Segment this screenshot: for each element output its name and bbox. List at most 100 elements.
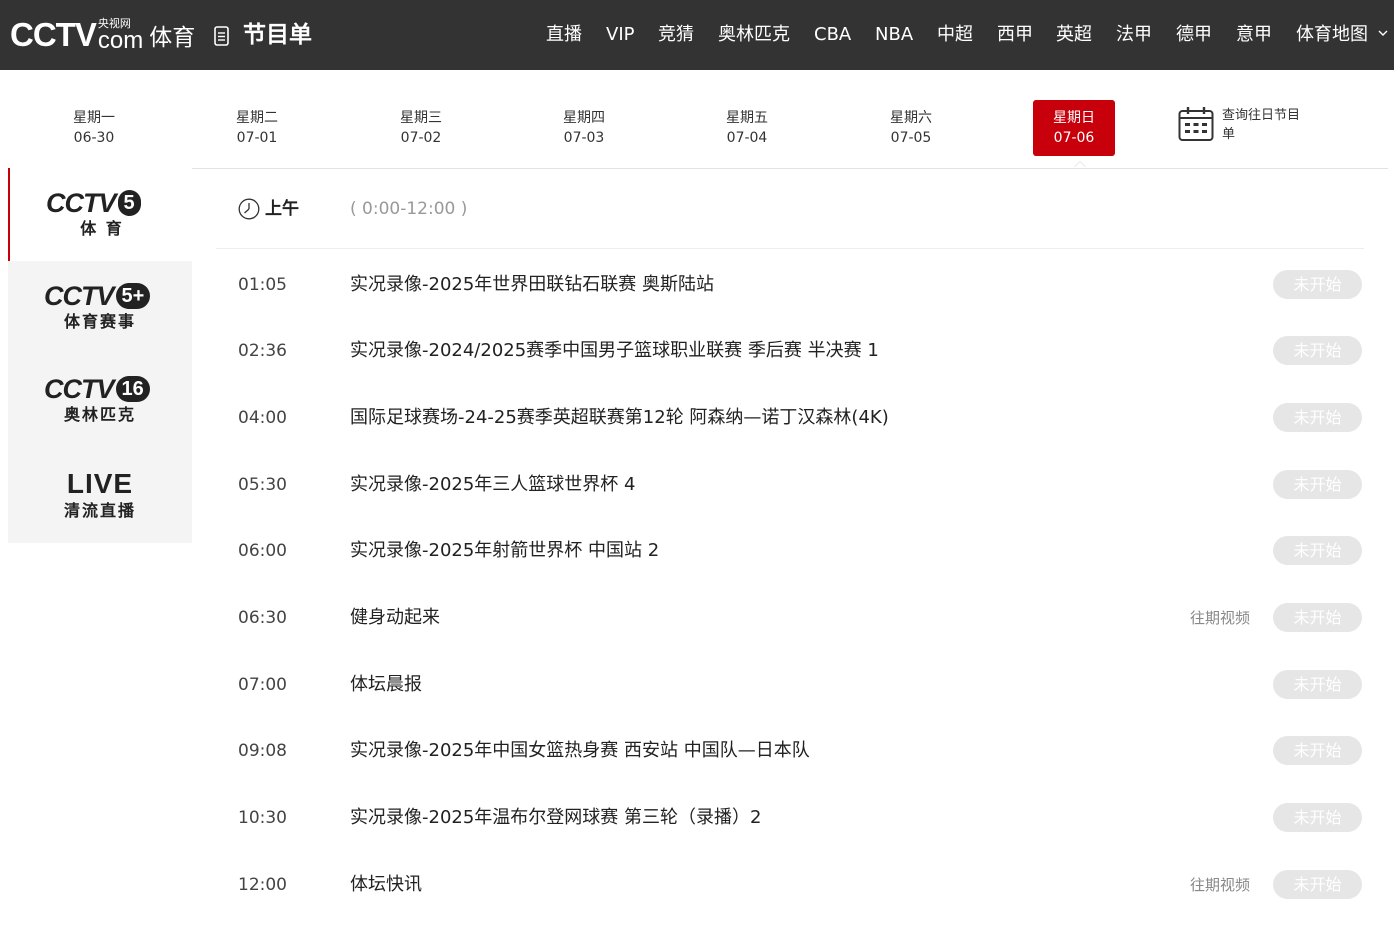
day-weekday: 星期一 [73, 110, 115, 126]
cctv5-plus-logo: CCTV 5+ 体育赛事 [44, 281, 156, 337]
status-badge: 未开始 [1273, 736, 1362, 765]
nav-item-csl[interactable]: 中超 [937, 20, 973, 50]
day-date: 07-06 [1053, 130, 1095, 146]
channel-sidebar: CCTV 5 体 育 CCTV 5+ 体育赛事 CCTV 16 奥林匹克 LIVE 清… [8, 168, 192, 543]
chevron-down-icon[interactable] [1378, 28, 1388, 38]
channel-live[interactable]: LIVE 清流直播 [8, 448, 192, 541]
status-badge: 未开始 [1273, 270, 1362, 299]
channel-subtitle: 体 育 [80, 219, 124, 238]
day-date: 06-30 [73, 130, 115, 146]
day-tab[interactable]: 星期一 06-30 [53, 100, 135, 156]
nav-item-laliga[interactable]: 西甲 [997, 20, 1033, 50]
status-badge: 未开始 [1273, 870, 1362, 899]
live-logo: LIVE 清流直播 [44, 468, 156, 524]
nav-item-guess[interactable]: 竞猜 [658, 20, 694, 50]
program-time: 06:30 [238, 608, 287, 628]
program-title[interactable]: 体坛晨报 [350, 672, 422, 698]
day-weekday: 星期三 [400, 110, 442, 126]
day-date: 07-01 [236, 130, 278, 146]
program-time: 07:00 [238, 675, 287, 695]
program-title[interactable]: 实况录像-2025年温布尔登网球赛 第三轮（录播）2 [350, 805, 761, 831]
status-badge: 未开始 [1273, 803, 1362, 832]
program-title[interactable]: 国际足球赛场-24-25赛季英超联赛第12轮 阿森纳—诺丁汉森林(4K) [350, 405, 889, 431]
day-tab[interactable]: 星期五 07-04 [706, 100, 788, 156]
day-tab[interactable]: 星期三 07-02 [380, 100, 462, 156]
status-badge: 未开始 [1273, 670, 1362, 699]
nav-item-ligue1[interactable]: 法甲 [1116, 20, 1152, 50]
program-time: 01:05 [238, 275, 287, 295]
program-time: 02:36 [238, 341, 287, 361]
channel-subtitle: 清流直播 [63, 501, 136, 520]
day-weekday: 星期二 [236, 110, 278, 126]
nav-item-premier-league[interactable]: 英超 [1056, 20, 1092, 50]
status-badge: 未开始 [1273, 336, 1362, 365]
past-videos-link[interactable]: 往期视频 [1190, 874, 1250, 896]
status-badge: 未开始 [1273, 536, 1362, 565]
program-time: 05:30 [238, 475, 287, 495]
query-past-schedule-button[interactable]: 查询往日节目单 [1178, 106, 1300, 144]
nav-item-live[interactable]: 直播 [546, 20, 582, 50]
selected-day-caret-inner [1075, 162, 1085, 167]
cctv5-logo: CCTV 5 体 育 [46, 188, 158, 244]
nav-item-serie-a[interactable]: 意甲 [1236, 20, 1272, 50]
query-past-schedule-label: 查询往日节目单 [1222, 108, 1301, 142]
nav-item-vip[interactable]: VIP [606, 20, 634, 50]
status-badge: 未开始 [1273, 603, 1362, 632]
day-tab[interactable]: 星期四 07-03 [543, 100, 625, 156]
program-row: 01:05 实况录像-2025年世界田联钻石联赛 奥斯陆站 未开始 [216, 251, 1364, 317]
calendar-icon [1178, 107, 1214, 141]
status-badge: 未开始 [1273, 470, 1362, 499]
program-title[interactable]: 健身动起来 [350, 605, 440, 631]
program-row: 09:08 实况录像-2025年中国女篮热身赛 西安站 中国队—日本队 未开始 [216, 717, 1364, 783]
nav-item-olympics[interactable]: 奥林匹克 [718, 20, 790, 50]
program-title[interactable]: 实况录像-2025年中国女篮热身赛 西安站 中国队—日本队 [350, 738, 810, 764]
program-row: 05:30 实况录像-2025年三人篮球世界杯 4 未开始 [216, 451, 1364, 517]
channel-brand: CCTV [44, 373, 114, 404]
day-weekday: 星期五 [726, 110, 768, 126]
period-label: 上午 [265, 199, 299, 219]
day-tab[interactable]: 星期二 07-01 [216, 100, 298, 156]
nav-item-bundesliga[interactable]: 德甲 [1176, 20, 1212, 50]
program-title[interactable]: 实况录像-2025年世界田联钻石联赛 奥斯陆站 [350, 272, 714, 298]
status-badge: 未开始 [1273, 403, 1362, 432]
channel-brand: CCTV [46, 187, 116, 218]
day-weekday: 星期四 [563, 110, 605, 126]
past-videos-link[interactable]: 往期视频 [1190, 607, 1250, 629]
program-title[interactable]: 实况录像-2024/2025赛季中国男子篮球职业联赛 季后赛 半决赛 1 [350, 338, 879, 364]
logo-com-text: com [97, 26, 144, 54]
program-title[interactable]: 实况录像-2025年射箭世界杯 中国站 2 [350, 538, 659, 564]
day-tab-selected[interactable]: 星期日 07-06 [1033, 100, 1115, 156]
day-weekday: 星期日 [1053, 110, 1095, 126]
channel-brand: LIVE [66, 468, 134, 499]
channel-number: 16 [115, 376, 150, 402]
program-row: 06:30 健身动起来 往期视频 未开始 [216, 584, 1364, 650]
channel-brand: CCTV [44, 280, 114, 311]
day-date: 07-04 [726, 130, 768, 146]
channel-cctv5[interactable]: CCTV 5 体 育 [8, 168, 192, 261]
program-row: 12:00 体坛快讯 往期视频 未开始 [216, 851, 1364, 917]
channel-cctv5-plus[interactable]: CCTV 5+ 体育赛事 [8, 261, 192, 354]
program-time: 12:00 [238, 875, 287, 895]
top-header: CCTV 央视网 com 体育 节目单 直播 VIP 竞猜 奥林匹克 CBA N… [0, 0, 1394, 70]
logo-cctv-text: CCTV [10, 16, 97, 53]
day-tab[interactable]: 星期六 07-05 [870, 100, 952, 156]
channel-cctv16[interactable]: CCTV 16 奥林匹克 [8, 354, 192, 447]
day-date: 07-03 [563, 130, 605, 146]
nav-item-sports-map[interactable]: 体育地图 [1296, 20, 1368, 50]
program-row: 04:00 国际足球赛场-24-25赛季英超联赛第12轮 阿森纳—诺丁汉森林(4… [216, 384, 1364, 450]
channel-subtitle: 奥林匹克 [63, 405, 136, 424]
period-header: 上午 ( 0:00-12:00 ) [216, 168, 1364, 249]
program-title[interactable]: 体坛快讯 [350, 872, 422, 898]
program-row: 06:00 实况录像-2025年射箭世界杯 中国站 2 未开始 [216, 517, 1364, 583]
day-date: 07-05 [890, 130, 932, 146]
program-time: 10:30 [238, 808, 287, 828]
document-icon [214, 26, 229, 46]
cctv-sports-logo[interactable]: CCTV 央视网 com 体育 [10, 10, 195, 60]
nav-item-nba[interactable]: NBA [875, 20, 913, 50]
day-date: 07-02 [400, 130, 442, 146]
program-title[interactable]: 实况录像-2025年三人篮球世界杯 4 [350, 472, 635, 498]
channel-subtitle: 体育赛事 [63, 312, 136, 331]
period-range: ( 0:00-12:00 ) [350, 199, 468, 219]
program-row: 10:30 实况录像-2025年温布尔登网球赛 第三轮（录播）2 未开始 [216, 784, 1364, 850]
nav-item-cba[interactable]: CBA [814, 20, 851, 50]
